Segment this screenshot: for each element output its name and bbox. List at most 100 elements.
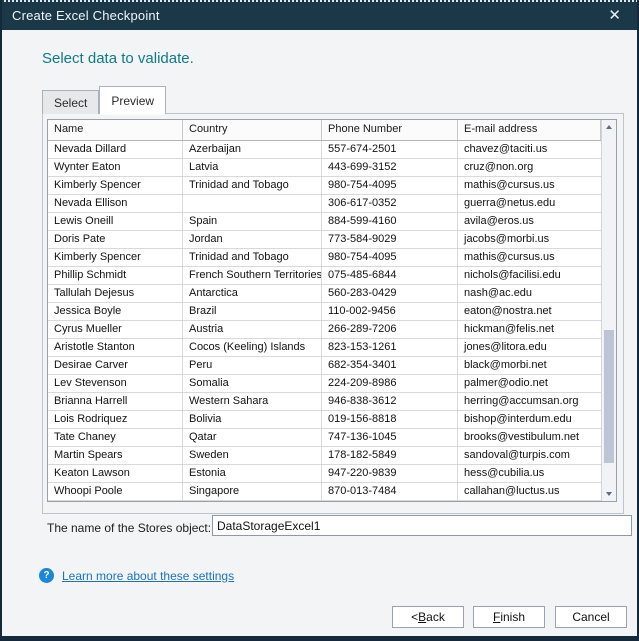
table-row[interactable]: Whoopi Poole Singapore 870-013-7484 call… [48,483,601,501]
page-title: Select data to validate. [42,50,194,67]
cell-phone-number: 823-153-1261 [322,339,458,356]
column-header-country[interactable]: Country [183,120,322,140]
table-row[interactable]: Jessica Boyle Brazil 110-002-9456 eaton@… [48,303,601,321]
tab-preview-label: Preview [111,94,154,108]
data-preview-grid: Name Country Phone Number E-mail address… [47,119,617,502]
cell-country: French Southern Territories [183,267,322,284]
arrow-down-icon [606,492,612,496]
cell-email: bishop@interdum.edu [458,411,601,428]
cell-phone-number: 110-002-9456 [322,303,458,320]
cell-country: Spain [183,213,322,230]
cell-email: guerra@netus.edu [458,195,601,212]
cell-phone-number: 773-584-9029 [322,231,458,248]
table-row[interactable]: Desirae Carver Peru 682-354-3401 black@m… [48,357,601,375]
cell-country: Sweden [183,447,322,464]
cell-country: Trinidad and Tobago [183,177,322,194]
table-row[interactable]: Phillip Schmidt French Southern Territor… [48,267,601,285]
table-row[interactable]: Doris Pate Jordan 773-584-9029 jacobs@mo… [48,231,601,249]
cancel-button[interactable]: Cancel [555,606,627,628]
cell-country: Antarctica [183,285,322,302]
column-header-phone[interactable]: Phone Number [322,120,458,140]
close-icon[interactable]: ✕ [604,6,625,25]
column-header-email[interactable]: E-mail address [458,120,601,140]
learn-more-link[interactable]: Learn more about these settings [62,569,234,583]
cell-name: Kimberly Spencer [48,249,183,266]
cell-email: sandoval@turpis.com [458,447,601,464]
cell-name: Lev Stevenson [48,375,183,392]
table-row[interactable]: Nevada Ellison 306-617-0352 guerra@netus… [48,195,601,213]
cell-name: Lewis Oneill [48,213,183,230]
tab-strip: Select Preview [42,86,166,114]
cell-country: Qatar [183,429,322,446]
grid-header-row: Name Country Phone Number E-mail address [48,120,601,141]
tab-select[interactable]: Select [42,90,99,114]
vertical-scrollbar[interactable] [601,120,616,501]
finish-button[interactable]: Finish [473,606,545,628]
table-row[interactable]: Aristotle Stanton Cocos (Keeling) Island… [48,339,601,357]
table-row[interactable]: Wynter Eaton Latvia 443-699-3152 cruz@no… [48,159,601,177]
table-row[interactable]: Keaton Lawson Estonia 947-220-9839 hess@… [48,465,601,483]
table-row[interactable]: Tate Chaney Qatar 747-136-1045 brooks@ve… [48,429,601,447]
table-row[interactable]: Tallulah Dejesus Antarctica 560-283-0429… [48,285,601,303]
cell-phone-number: 266-289-7206 [322,321,458,338]
cell-phone-number: 682-354-3401 [322,357,458,374]
table-row[interactable]: Lev Stevenson Somalia 224-209-8986 palme… [48,375,601,393]
cell-phone-number: 075-485-6844 [322,267,458,284]
table-row[interactable]: Kimberly Spencer Trinidad and Tobago 980… [48,249,601,267]
cell-name: Jessica Boyle [48,303,183,320]
grid-body: Nevada Dillard Azerbaijan 557-674-2501 c… [48,141,601,501]
cell-email: hess@cubilia.us [458,465,601,482]
table-row[interactable]: Lewis Oneill Spain 884-599-4160 avila@er… [48,213,601,231]
back-button[interactable]: < Back [392,606,464,628]
cell-name: Martin Spears [48,447,183,464]
scroll-down-button[interactable] [602,487,616,501]
cell-email: nichols@facilisi.edu [458,267,601,284]
table-row[interactable]: Nevada Dillard Azerbaijan 557-674-2501 c… [48,141,601,159]
cell-name: Aristotle Stanton [48,339,183,356]
cell-phone-number: 306-617-0352 [322,195,458,212]
cell-email: cruz@non.org [458,159,601,176]
cell-country: Azerbaijan [183,141,322,158]
cell-country: Brazil [183,303,322,320]
tab-select-label: Select [54,96,87,110]
cell-phone-number: 980-754-4095 [322,249,458,266]
scroll-up-button[interactable] [602,120,616,134]
table-row[interactable]: Kimberly Spencer Trinidad and Tobago 980… [48,177,601,195]
cell-name: Tallulah Dejesus [48,285,183,302]
cell-name: Desirae Carver [48,357,183,374]
cell-name: Nevada Dillard [48,141,183,158]
cell-country: Cocos (Keeling) Islands [183,339,322,356]
stores-object-input[interactable] [212,515,632,536]
table-row[interactable]: Lois Rodriquez Bolivia 019-156-8818 bish… [48,411,601,429]
cell-email: nash@ac.edu [458,285,601,302]
scrollbar-thumb[interactable] [604,330,614,463]
table-row[interactable]: Martin Spears Sweden 178-182-5849 sandov… [48,447,601,465]
cell-name: Phillip Schmidt [48,267,183,284]
cell-country: Peru [183,357,322,374]
cell-email: callahan@luctus.us [458,483,601,500]
cell-email: herring@accumsan.org [458,393,601,410]
table-row[interactable]: Brianna Harrell Western Sahara 946-838-3… [48,393,601,411]
cell-country: Estonia [183,465,322,482]
cell-phone-number: 178-182-5849 [322,447,458,464]
cell-email: black@morbi.net [458,357,601,374]
cell-phone-number: 980-754-4095 [322,177,458,194]
cell-email: avila@eros.us [458,213,601,230]
cell-name: Cyrus Mueller [48,321,183,338]
cell-phone-number: 947-220-9839 [322,465,458,482]
cell-email: brooks@vestibulum.net [458,429,601,446]
cell-name: Doris Pate [48,231,183,248]
cell-email: eaton@nostra.net [458,303,601,320]
tab-preview[interactable]: Preview [99,86,166,114]
table-row[interactable]: Cyrus Mueller Austria 266-289-7206 hickm… [48,321,601,339]
cell-phone-number: 224-209-8986 [322,375,458,392]
help-icon[interactable]: ? [39,568,54,583]
cell-email: jacobs@morbi.us [458,231,601,248]
title-bar[interactable]: Create Excel Checkpoint ✕ [0,0,639,30]
cell-country: Singapore [183,483,322,500]
cell-phone-number: 747-136-1045 [322,429,458,446]
cell-email: mathis@cursus.us [458,249,601,266]
cell-country: Jordan [183,231,322,248]
column-header-name[interactable]: Name [48,120,183,140]
cell-phone-number: 884-599-4160 [322,213,458,230]
